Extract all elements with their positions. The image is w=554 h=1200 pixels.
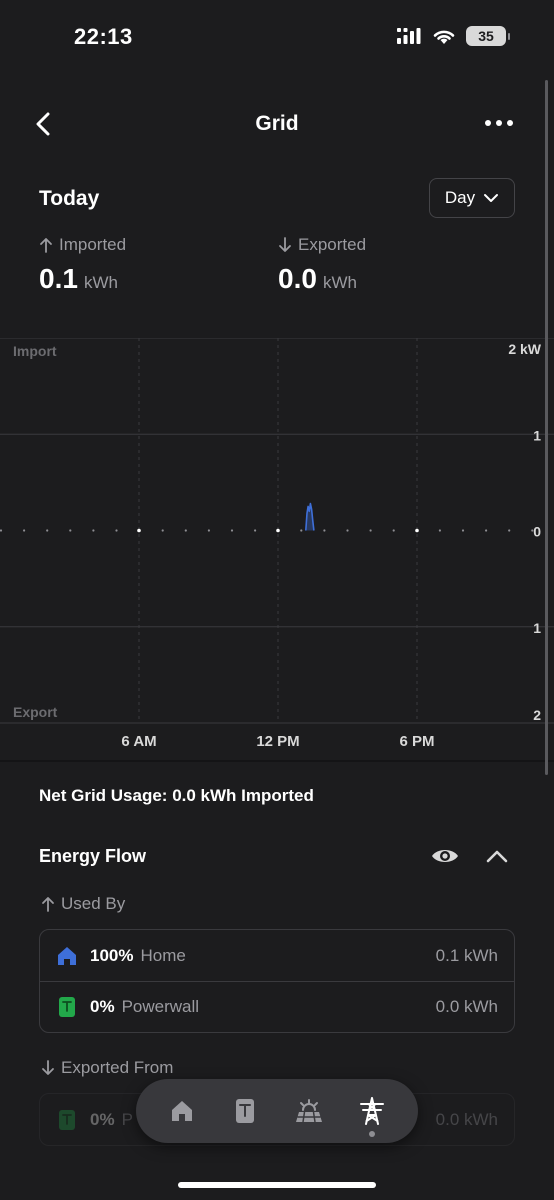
exported-label: Exported	[298, 235, 367, 254]
y-tick-label: 2	[533, 707, 541, 723]
nav-grid[interactable]	[352, 1091, 392, 1137]
zero-line-dot	[461, 529, 465, 532]
section-divider	[0, 760, 554, 762]
battery-level: 35	[478, 28, 494, 44]
arrow-up-icon	[40, 238, 52, 253]
powerwall-icon	[236, 1099, 255, 1123]
page-title: Grid	[255, 112, 299, 135]
export-axis-label: Export	[13, 704, 58, 720]
home-icon	[171, 1101, 192, 1121]
home-indicator[interactable]	[178, 1182, 376, 1188]
arrow-down-icon	[42, 1060, 54, 1075]
export-powerwall-value: 0.0 kWh	[435, 1109, 498, 1129]
grid-tower-icon	[360, 1097, 385, 1125]
zero-line-dot	[230, 529, 234, 532]
zero-line-dot	[508, 529, 511, 532]
list-item[interactable]: 0% Powerwall 0.0 kWh	[40, 981, 514, 1032]
powerwall-name: Powerwall	[121, 997, 200, 1016]
x-tick-label: 12 PM	[256, 733, 299, 750]
range-dropdown[interactable]: Day	[429, 178, 515, 218]
zero-line-dot	[369, 529, 372, 532]
imported-stat: Imported 0.1 kWh	[39, 235, 126, 295]
exported-from-label: Exported From	[41, 1058, 173, 1078]
zero-line-dot	[92, 529, 95, 532]
range-dropdown-label: Day	[444, 188, 476, 207]
zero-line-dot	[161, 529, 164, 532]
zero-line-dot	[184, 529, 187, 532]
home-icon	[56, 945, 78, 967]
arrow-down-icon	[279, 237, 291, 252]
nav-home[interactable]	[162, 1091, 202, 1131]
home-percent: 100%	[90, 945, 134, 965]
zero-line-dot	[46, 529, 49, 532]
battery-indicator: 35	[466, 26, 510, 46]
import-axis-label: Import	[13, 343, 57, 359]
used-by-text: Used By	[61, 894, 126, 913]
x-tick-label: 6 AM	[121, 733, 156, 750]
export-powerwall-percent: 0%	[90, 1109, 115, 1129]
nav-solar[interactable]	[289, 1091, 329, 1131]
used-by-label: Used By	[41, 894, 125, 914]
list-item[interactable]: 100% Home 0.1 kWh	[40, 930, 514, 981]
export-powerwall-name: P	[121, 1109, 133, 1129]
scrollbar[interactable]	[545, 80, 548, 775]
solar-icon	[295, 1099, 322, 1123]
net-grid-usage: Net Grid Usage: 0.0 kWh Imported	[39, 786, 314, 805]
status-icons: 35	[396, 26, 510, 46]
bottom-nav	[136, 1079, 418, 1143]
grid-power-chart[interactable]: 2 kW 1 0 1 2 Import Export 6 AM 12 PM 6 PM	[0, 338, 554, 758]
zero-line-dot	[23, 529, 26, 532]
zero-line-dot	[438, 529, 441, 532]
active-indicator	[369, 1131, 376, 1137]
powerwall-value: 0.0 kWh	[435, 997, 498, 1016]
chevron-down-icon	[484, 194, 499, 202]
zero-line-dot	[0, 529, 3, 532]
period-label: Today	[39, 187, 100, 210]
zero-line-dot	[115, 529, 118, 532]
zero-line-dot	[346, 529, 349, 532]
imported-value: 0.1	[39, 263, 78, 294]
exported-from-text: Exported From	[61, 1058, 174, 1077]
more-options-button[interactable]	[484, 114, 514, 132]
used-by-card: 100% Home 0.1 kWh 0% Powerwall 0.0 kWh	[39, 929, 515, 1033]
zero-line-dot	[69, 529, 72, 532]
y-tick-label: 1	[533, 427, 541, 443]
chevron-up-icon	[486, 850, 508, 863]
zero-line-dot	[323, 529, 326, 532]
ellipsis-icon	[485, 120, 513, 126]
wifi-icon	[433, 30, 455, 44]
home-name: Home	[140, 945, 186, 965]
y-tick-label: 0	[533, 524, 541, 540]
x-tick-label: 6 PM	[399, 733, 434, 750]
zero-line-marker	[276, 528, 280, 533]
imported-label: Imported	[59, 235, 127, 254]
powerwall-icon	[56, 996, 78, 1018]
cellular-signal-icon	[397, 28, 421, 44]
eye-icon	[432, 850, 458, 862]
exported-value: 0.0	[278, 263, 317, 294]
status-time: 22:13	[74, 24, 133, 49]
y-tick-label: 1	[533, 620, 541, 636]
home-value: 0.1 kWh	[435, 945, 498, 965]
imported-unit: kWh	[83, 273, 118, 292]
zero-line-dot	[300, 529, 303, 532]
powerwall-icon	[56, 1109, 78, 1131]
zero-line-dot	[254, 529, 257, 532]
energy-flow-title: Energy Flow	[39, 846, 147, 866]
collapse-button[interactable]	[485, 846, 509, 866]
zero-line-dot	[392, 529, 395, 532]
exported-unit: kWh	[322, 273, 357, 292]
eye-toggle-button[interactable]	[430, 845, 460, 867]
y-tick-label: 2 kW	[508, 341, 541, 357]
zero-line-marker	[137, 528, 141, 533]
nav-powerwall[interactable]	[225, 1091, 265, 1131]
zero-line-dot	[207, 529, 210, 532]
zero-line-dot	[485, 529, 488, 532]
powerwall-percent: 0%	[90, 997, 115, 1016]
arrow-up-icon	[42, 897, 54, 912]
exported-stat: Exported 0.0 kWh	[278, 235, 366, 295]
zero-line-marker	[415, 528, 419, 533]
